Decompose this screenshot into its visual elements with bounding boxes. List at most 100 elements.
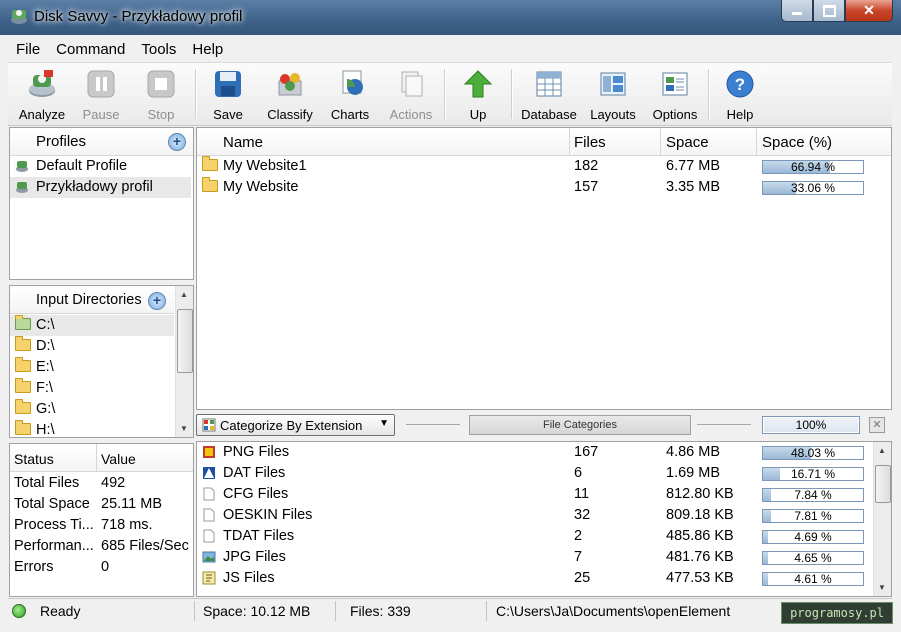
space-pct-column-header[interactable]: Space (%): [762, 134, 832, 151]
toolbar-separator: [511, 69, 513, 119]
folder-icon: [15, 419, 31, 437]
space-percent-bar: 4.69 %: [762, 530, 864, 544]
scrollbar-thumb[interactable]: [875, 465, 891, 503]
minimize-button[interactable]: [781, 0, 813, 22]
row-files: 11: [574, 486, 590, 502]
directory-item[interactable]: E:\: [10, 356, 174, 378]
folder-icon: [202, 176, 218, 198]
statusbar-divider: [335, 601, 336, 621]
name-column-header[interactable]: Name: [223, 134, 263, 151]
bar-label: 66.94 %: [790, 160, 836, 174]
save-label: Save: [213, 107, 243, 122]
plus-icon: +: [172, 133, 182, 149]
pause-button[interactable]: Pause: [74, 67, 128, 123]
row-name: PNG Files: [223, 444, 290, 460]
scrollbar-thumb[interactable]: [177, 309, 193, 373]
window-title: Disk Savvy - Przykładowy profil: [34, 8, 243, 25]
actions-button[interactable]: Actions: [384, 67, 438, 123]
menu-command[interactable]: Command: [48, 41, 133, 58]
profile-item-default[interactable]: Default Profile: [10, 156, 193, 177]
options-button[interactable]: Options: [648, 67, 702, 123]
profiles-title: Profiles: [36, 133, 87, 150]
directory-item[interactable]: F:\: [10, 377, 174, 399]
zoom-percent-box[interactable]: 100%: [762, 416, 860, 434]
status-bar: Ready Space: 10.12 MB Files: 339 C:\User…: [8, 598, 892, 623]
row-space: 6.77 MB: [666, 158, 720, 174]
folder-icon: [202, 155, 218, 177]
toolbar-separator: [708, 69, 710, 119]
classify-icon: [278, 73, 302, 96]
table-row[interactable]: PNG Files 167 4.86 MB 48.03 %: [197, 442, 873, 463]
close-categories-button[interactable]: ✕: [869, 417, 885, 433]
table-row[interactable]: My Website1 182 6.77 MB 66.94 %: [197, 155, 891, 177]
bar-label: 16.71 %: [790, 467, 836, 481]
charts-button[interactable]: Charts: [324, 67, 376, 123]
row-name: JS Files: [223, 570, 275, 586]
bar-fill: [763, 573, 768, 585]
layouts-icon: [600, 72, 626, 96]
table-row[interactable]: My Website 157 3.35 MB 33.06 %: [197, 176, 891, 198]
scroll-up-icon[interactable]: ▲: [180, 290, 188, 299]
row-name: DAT Files: [223, 465, 286, 481]
stat-label: Total Files: [14, 475, 80, 491]
save-button[interactable]: Save: [204, 67, 252, 123]
add-profile-button[interactable]: +: [168, 133, 186, 151]
pause-label: Pause: [82, 107, 120, 122]
row-space: 812.80 KB: [666, 486, 734, 502]
space-column-header[interactable]: Space: [666, 134, 709, 151]
table-row[interactable]: DAT Files 6 1.69 MB 16.71 %: [197, 463, 873, 484]
files-column-header[interactable]: Files: [574, 134, 606, 151]
directory-item[interactable]: C:\: [10, 314, 174, 336]
close-button[interactable]: ✕: [845, 0, 893, 22]
bar-label: 33.06 %: [790, 181, 836, 195]
row-space: 4.86 MB: [666, 444, 720, 460]
scroll-down-icon[interactable]: ▼: [878, 583, 886, 592]
layouts-button[interactable]: Layouts: [586, 67, 640, 123]
bar-label: 7.81 %: [794, 509, 832, 523]
menu-tools[interactable]: Tools: [133, 41, 184, 58]
stat-value: 492: [101, 475, 126, 491]
row-name: JPG Files: [223, 549, 286, 565]
table-row[interactable]: JS Files 25 477.53 KB 4.61 %: [197, 568, 873, 589]
menu-help[interactable]: Help: [184, 41, 231, 58]
extensions-scrollbar[interactable]: ▲ ▼: [873, 442, 891, 596]
table-row[interactable]: OESKIN Files 32 809.18 KB 7.81 %: [197, 505, 873, 526]
categorize-select[interactable]: Categorize By Extension ▼: [196, 414, 395, 436]
database-button[interactable]: Database: [520, 67, 578, 123]
status-files: Files: 339: [350, 603, 411, 619]
table-row[interactable]: TDAT Files 2 485.86 KB 4.69 %: [197, 526, 873, 547]
row-name: My Website1: [223, 158, 307, 174]
menu-file[interactable]: File: [8, 41, 48, 58]
space-percent-bar: 16.71 %: [762, 467, 864, 481]
folder-icon: [15, 377, 31, 399]
scroll-up-icon[interactable]: ▲: [878, 446, 886, 455]
row-files: 167: [574, 444, 599, 460]
title-bar[interactable]: Disk Savvy - Przykładowy profil ✕: [0, 0, 901, 35]
table-row[interactable]: CFG Files 11 812.80 KB 7.84 %: [197, 484, 873, 505]
charts-icon: [342, 70, 363, 95]
directories-scrollbar[interactable]: ▲ ▼: [175, 286, 193, 437]
help-button[interactable]: ? Help: [718, 67, 762, 123]
up-button[interactable]: Up: [454, 67, 502, 123]
profile-item-selected[interactable]: Przykładowy profil: [10, 177, 191, 198]
maximize-button[interactable]: [813, 0, 845, 22]
stop-button[interactable]: Stop: [134, 67, 188, 123]
statusbar-divider: [486, 601, 487, 621]
classify-button[interactable]: Classify: [262, 67, 318, 123]
table-row[interactable]: JPG Files 7 481.76 KB 4.65 %: [197, 547, 873, 568]
profiles-panel: Profiles + Default Profile Przykładowy p…: [9, 127, 194, 280]
bar-fill: [763, 531, 768, 543]
row-files: 157: [574, 179, 599, 195]
stat-label: Process Ti...: [14, 517, 94, 533]
add-directory-button[interactable]: +: [148, 292, 166, 310]
save-icon: [215, 71, 241, 97]
directory-item[interactable]: H:\: [10, 419, 174, 437]
file-categories-button[interactable]: File Categories: [469, 415, 691, 435]
actions-label: Actions: [389, 107, 433, 122]
row-name: CFG Files: [223, 486, 289, 502]
directory-item[interactable]: D:\: [10, 335, 174, 357]
analyze-button[interactable]: Analyze: [14, 67, 70, 123]
scroll-down-icon[interactable]: ▼: [180, 424, 188, 433]
directory-item[interactable]: G:\: [10, 398, 174, 420]
actions-icon: [401, 71, 423, 97]
